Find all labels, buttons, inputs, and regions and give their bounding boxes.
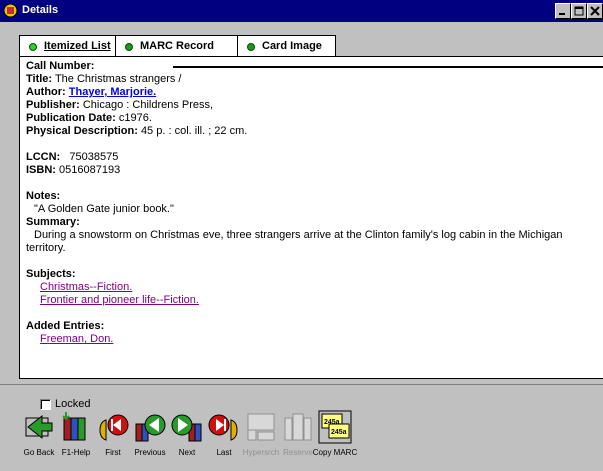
help-books-icon <box>62 412 86 441</box>
minimize-icon <box>559 13 565 15</box>
title-value: The Christmas strangers / <box>54 73 182 85</box>
tab-indicator-icon <box>247 43 255 51</box>
tab-label: Itemized List <box>44 40 111 52</box>
window-title: Details <box>22 4 59 16</box>
maximize-button[interactable] <box>571 3 587 19</box>
copy-marc-icon: 245a 245a <box>318 410 352 444</box>
tab-label: Card Image <box>262 40 322 52</box>
physdesc-label: Physical Description: <box>26 125 138 137</box>
record-details: Call Number: Title: The Christmas strang… <box>26 60 596 346</box>
title-bar[interactable]: Details <box>0 0 603 22</box>
notes-value: "A Golden Gate junior book." <box>34 203 174 215</box>
hypersearch-icon <box>247 413 275 441</box>
call-number-label: Call Number: <box>26 60 95 72</box>
tab-label: MARC Record <box>140 40 214 52</box>
svg-text:245a: 245a <box>331 429 347 436</box>
close-button[interactable] <box>587 3 603 19</box>
maximize-icon <box>574 6 584 16</box>
summary-label: Summary: <box>26 216 80 228</box>
isbn-label: ISBN: <box>26 164 56 176</box>
tab-itemized-list[interactable]: Itemized List <box>19 35 116 56</box>
subjects-label: Subjects: <box>26 268 76 280</box>
first-icon <box>99 414 129 441</box>
separator <box>0 384 603 385</box>
lccn-label: LCCN: <box>26 151 61 163</box>
pubdate-label: Publication Date: <box>26 112 116 124</box>
subject-link[interactable]: Christmas--Fiction. <box>40 281 132 293</box>
itemized-list-panel[interactable]: Call Number: Title: The Christmas strang… <box>19 56 603 379</box>
tab-indicator-icon <box>125 43 133 51</box>
summary-line-2: territory. <box>26 242 66 254</box>
details-window: Details Itemized List MARC Record Card I… <box>0 0 603 471</box>
reserve-icon <box>284 413 312 441</box>
locked-label: Locked <box>55 398 91 410</box>
summary-line-1: During a snowstorm on Christmas eve, thr… <box>34 229 563 241</box>
checkbox-box[interactable] <box>40 399 51 410</box>
tab-marc-record[interactable]: MARC Record <box>115 35 238 56</box>
lccn-value: 75038575 <box>69 151 119 163</box>
svg-text:245a: 245a <box>324 419 340 426</box>
tab-indicator-icon <box>29 43 37 51</box>
drag-line <box>173 66 603 68</box>
toolbar-label: Copy MARC <box>312 448 358 457</box>
title-label: Title: <box>26 73 53 85</box>
tab-card-image[interactable]: Card Image <box>237 35 336 56</box>
copy-marc-button[interactable]: 245a 245a Copy MARC <box>313 410 357 457</box>
added-entries-label: Added Entries: <box>26 320 105 332</box>
pubdate-value: c1976. <box>118 112 152 124</box>
notes-label: Notes: <box>26 190 61 202</box>
app-icon <box>3 3 18 18</box>
previous-icon <box>135 414 166 442</box>
close-icon <box>590 6 600 16</box>
author-link[interactable]: Thayer, Marjorie. <box>69 86 156 98</box>
isbn-value: 0516087193 <box>59 164 121 176</box>
last-icon <box>208 414 238 441</box>
go-back-icon <box>25 414 53 440</box>
author-label: Author: <box>26 86 66 98</box>
publisher-label: Publisher: <box>26 99 80 111</box>
minimize-button[interactable] <box>555 3 571 19</box>
physdesc-value: 45 p. : col. ill. ; 22 cm. <box>140 125 248 137</box>
next-icon <box>171 414 202 442</box>
publisher-value: Chicago : Childrens Press, <box>82 99 214 111</box>
subject-link[interactable]: Frontier and pioneer life--Fiction. <box>40 294 199 306</box>
added-entry-link[interactable]: Freeman, Don. <box>40 333 113 345</box>
